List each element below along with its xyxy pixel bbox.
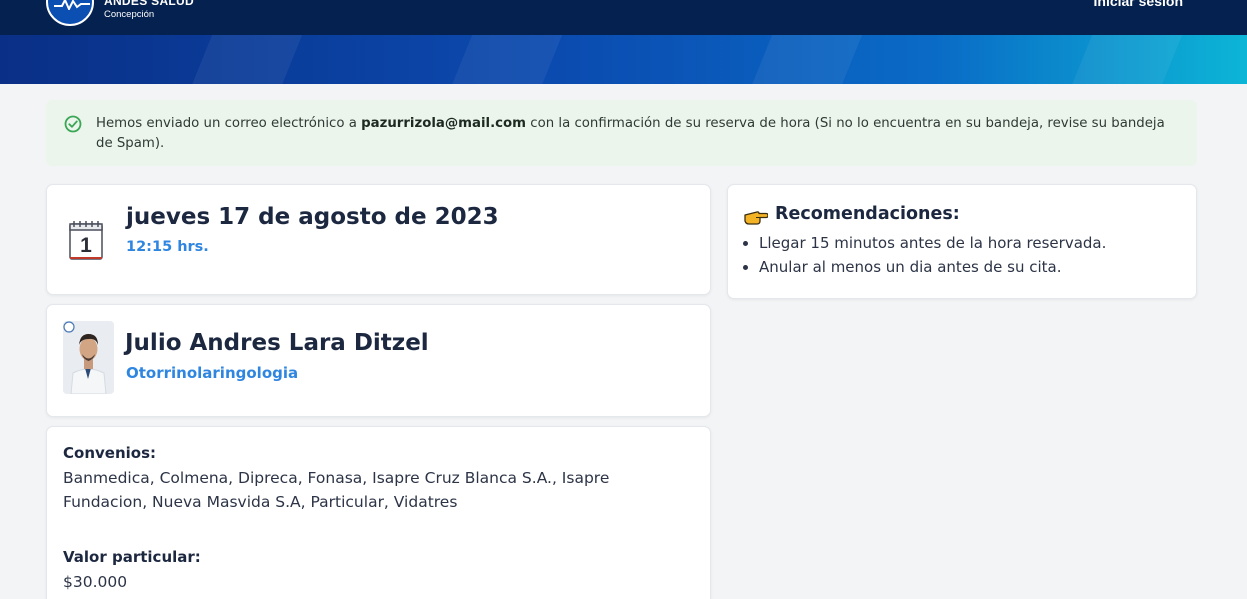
agreements-label: Convenios: <box>63 444 156 462</box>
agreements-card: Convenios: Banmedica, Colmena, Dipreca, … <box>46 426 711 599</box>
brand-name: ANDES SALUD <box>104 0 194 8</box>
brand[interactable]: ANDES SALUD Concepción <box>104 0 194 20</box>
brand-city: Concepción <box>104 9 155 20</box>
top-navbar: ANDES SALUD Concepción Iniciar sesión <box>0 0 1247 35</box>
doctor-card: Julio Andres Lara Ditzel Otorrinolaringo… <box>46 304 711 417</box>
doctor-avatar <box>63 321 114 394</box>
agreements-text: Banmedica, Colmena, Dipreca, Fonasa, Isa… <box>63 469 610 511</box>
login-link[interactable]: Iniciar sesión <box>1094 0 1183 9</box>
recommendation-item: Anular al menos un dia antes de su cita. <box>759 255 1106 279</box>
appointment-date-card: 1 jueves 17 de agosto de 2023 12:15 hrs. <box>46 184 711 295</box>
recommendations-title: Recomendaciones: <box>775 204 960 224</box>
recommendations-list: Llegar 15 minutos antes de la hora reser… <box>759 231 1106 279</box>
logo-icon[interactable] <box>46 0 94 26</box>
recommendation-item: Llegar 15 minutos antes de la hora reser… <box>759 231 1106 255</box>
alert-email: pazurrizola@mail.com <box>361 116 527 131</box>
hero-banner <box>0 35 1247 84</box>
price-label: Valor particular: <box>63 548 201 566</box>
calendar-day: 1 <box>80 234 92 257</box>
appointment-date: jueves 17 de agosto de 2023 <box>126 204 499 230</box>
check-circle-icon <box>64 115 82 133</box>
recommendations-card: Recomendaciones: Llegar 15 minutos antes… <box>727 184 1197 299</box>
confirmation-alert: Hemos enviado un correo electrónico a pa… <box>46 100 1197 166</box>
calendar-icon: 1 <box>69 221 103 260</box>
alert-message: Hemos enviado un correo electrónico a pa… <box>96 114 1176 154</box>
doctor-specialty: Otorrinolaringologia <box>126 364 299 382</box>
doctor-name: Julio Andres Lara Ditzel <box>125 330 429 356</box>
alert-text-before: Hemos enviado un correo electrónico a <box>96 116 362 131</box>
price-value: $30.000 <box>63 573 128 591</box>
appointment-time: 12:15 hrs. <box>126 239 209 255</box>
pointing-hand-icon <box>744 211 768 225</box>
